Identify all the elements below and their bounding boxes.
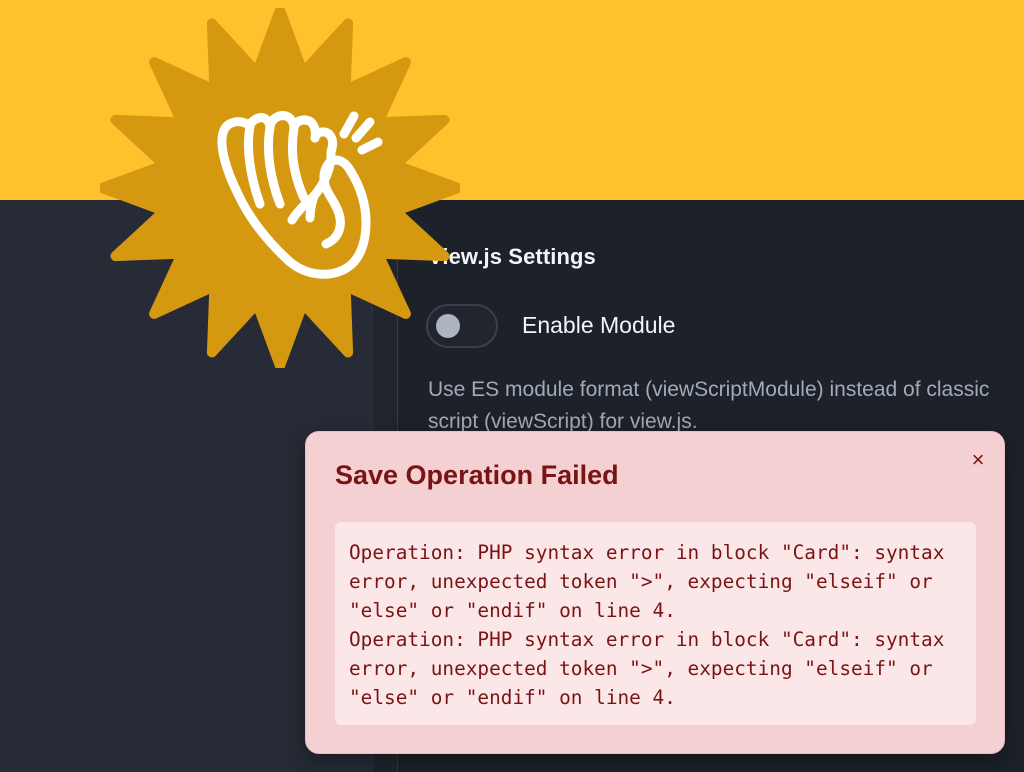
toast-title: Save Operation Failed — [335, 460, 619, 490]
close-button[interactable]: × — [964, 446, 992, 474]
app-window: View.js Settings Enable Module Use ES mo… — [0, 0, 1024, 772]
error-message: Operation: PHP syntax error in block "Ca… — [349, 541, 945, 709]
help-text: Use ES module format (viewScriptModule) … — [428, 378, 990, 433]
starburst-shape — [100, 8, 460, 368]
error-details: Operation: PHP syntax error in block "Ca… — [335, 522, 976, 725]
error-toast: Save Operation Failed × Operation: PHP s… — [305, 431, 1005, 754]
toggle-label: Enable Module — [522, 312, 676, 338]
badge-logo — [100, 8, 460, 368]
